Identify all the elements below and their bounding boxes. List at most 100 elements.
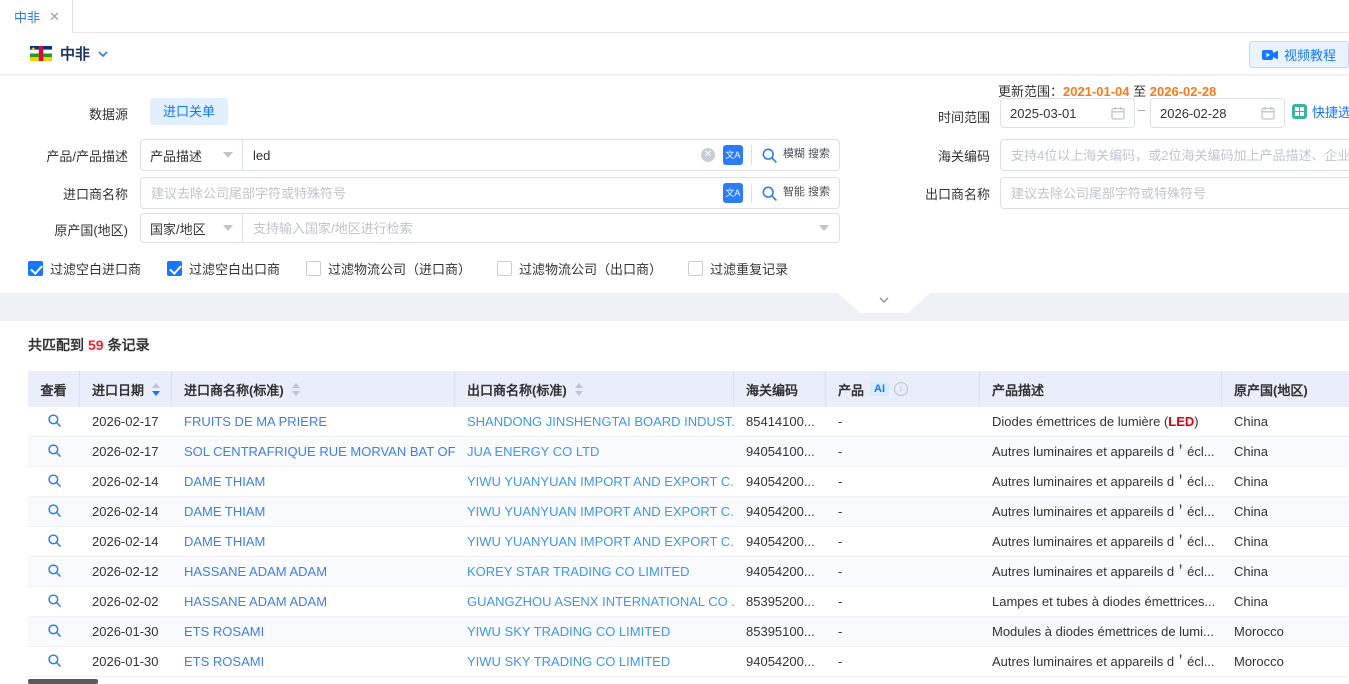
country-selector[interactable]: 中非 xyxy=(30,43,108,64)
cell-view[interactable] xyxy=(28,617,80,646)
exporter-link[interactable]: YIWU SKY TRADING CO LIMITED xyxy=(467,654,670,669)
view-record-icon[interactable] xyxy=(47,533,62,548)
checkbox-unchecked-icon[interactable] xyxy=(688,261,703,276)
hs-code-label: 海关编码 xyxy=(900,146,990,165)
smart-search-line2: 搜索 xyxy=(808,186,830,198)
origin-country-input[interactable] xyxy=(243,214,819,242)
importer-link[interactable]: DAME THIAM xyxy=(184,534,265,549)
filter-checkbox[interactable]: 过滤空白出口商 xyxy=(167,259,280,278)
quick-select-label: 快捷选 xyxy=(1312,102,1349,121)
column-header-date[interactable]: 进口日期 xyxy=(80,371,172,407)
sort-ascending-icon[interactable] xyxy=(292,383,300,388)
video-camera-icon xyxy=(1262,49,1278,61)
view-record-icon[interactable] xyxy=(47,563,62,578)
cell-view[interactable] xyxy=(28,527,80,556)
cell-view[interactable] xyxy=(28,587,80,616)
product-type-select[interactable]: 产品描述 xyxy=(141,140,243,170)
importer-link[interactable]: ETS ROSAMI xyxy=(184,654,264,669)
horizontal-scrollbar[interactable] xyxy=(28,679,1349,684)
cell-view[interactable] xyxy=(28,407,80,436)
sort-descending-icon[interactable] xyxy=(575,391,583,396)
sort-descending-icon[interactable] xyxy=(152,391,160,396)
column-header-exporter[interactable]: 出口商名称(标准) xyxy=(455,371,734,407)
checkbox-unchecked-icon[interactable] xyxy=(497,261,512,276)
cell-view[interactable] xyxy=(28,497,80,526)
sort-ascending-icon[interactable] xyxy=(152,383,160,388)
filter-checkbox[interactable]: 过滤空白进口商 xyxy=(28,259,141,278)
fuzzy-search-line2: 搜索 xyxy=(808,148,830,160)
update-range-start: 2021-01-04 xyxy=(1063,84,1130,99)
close-icon[interactable]: ✕ xyxy=(49,10,60,23)
checkbox-checked-icon[interactable] xyxy=(167,261,182,276)
exporter-link[interactable]: KOREY STAR TRADING CO LIMITED xyxy=(467,564,689,579)
view-record-icon[interactable] xyxy=(47,653,62,668)
date-start-input[interactable]: 2025-03-01 xyxy=(1000,98,1135,128)
importer-link[interactable]: FRUITS DE MA PRIERE xyxy=(184,414,327,429)
translate-icon[interactable]: 文A xyxy=(723,145,743,165)
fuzzy-search-button[interactable]: 模糊 搜索 xyxy=(752,140,839,170)
cell-hs: 94054200... xyxy=(734,557,826,586)
checkbox-label: 过滤物流公司（出口商） xyxy=(519,259,662,278)
importer-link[interactable]: HASSANE ADAM ADAM xyxy=(184,594,327,609)
origin-type-select[interactable]: 国家/地区 xyxy=(141,214,243,242)
importer-link[interactable]: SOL CENTRAFRIQUE RUE MORVAN BAT OF... xyxy=(184,444,455,459)
product-type-value: 产品描述 xyxy=(150,146,202,165)
tab-zhongfei[interactable]: 中非 ✕ xyxy=(0,0,73,33)
cell-view[interactable] xyxy=(28,437,80,466)
view-record-icon[interactable] xyxy=(47,593,62,608)
view-record-icon[interactable] xyxy=(47,413,62,428)
scrollbar-thumb[interactable] xyxy=(28,679,98,684)
importer-link[interactable]: ETS ROSAMI xyxy=(184,624,264,639)
view-record-icon[interactable] xyxy=(47,503,62,518)
view-record-icon[interactable] xyxy=(47,443,62,458)
clear-input-icon[interactable]: ✕ xyxy=(701,148,715,162)
table-row: 2026-02-14DAME THIAMYIWU YUANYUAN IMPORT… xyxy=(28,467,1349,497)
product-keyword-input[interactable] xyxy=(243,140,701,170)
results-table: 查看进口日期进口商名称(标准)出口商名称(标准)海关编码产品AIi产品描述原产国… xyxy=(28,371,1349,677)
table-row: 2026-02-14DAME THIAMYIWU YUANYUAN IMPORT… xyxy=(28,527,1349,557)
sort-control[interactable] xyxy=(152,383,160,396)
filter-checkbox[interactable]: 过滤物流公司（出口商） xyxy=(497,259,662,278)
exporter-link[interactable]: SHANDONG JINSHENGTAI BOARD INDUST... xyxy=(467,414,734,429)
chevron-down-icon xyxy=(819,225,829,231)
importer-name-input[interactable] xyxy=(141,178,723,208)
cell-view[interactable] xyxy=(28,557,80,586)
filter-checkbox[interactable]: 过滤重复记录 xyxy=(688,259,788,278)
video-tutorial-button[interactable]: 视频教程 xyxy=(1249,41,1349,68)
column-label-exporter: 出口商名称(标准) xyxy=(467,380,567,399)
table-row: 2026-02-17 FRUITS DE MA PRIERE SHANDONG JI… xyxy=(28,407,1349,437)
exporter-link[interactable]: YIWU YUANYUAN IMPORT AND EXPORT C... xyxy=(467,504,734,519)
cell-date: 2026-02-17 xyxy=(80,407,172,436)
exporter-link[interactable]: JUA ENERGY CO LTD xyxy=(467,444,599,459)
exporter-link[interactable]: YIWU YUANYUAN IMPORT AND EXPORT C... xyxy=(467,474,734,489)
update-range-end: 2026-02-28 xyxy=(1150,84,1217,99)
info-icon[interactable]: i xyxy=(894,382,908,396)
quick-select-button[interactable]: 快捷选 xyxy=(1292,102,1349,121)
importer-link[interactable]: HASSANE ADAM ADAM xyxy=(184,564,327,579)
translate-icon[interactable]: 文A xyxy=(723,183,743,203)
sort-descending-icon[interactable] xyxy=(292,391,300,396)
checkbox-unchecked-icon[interactable] xyxy=(306,261,321,276)
hs-code-input[interactable] xyxy=(1000,139,1349,171)
cell-view[interactable] xyxy=(28,647,80,676)
exporter-link[interactable]: GUANGZHOU ASENX INTERNATIONAL CO ... xyxy=(467,594,734,609)
filter-checkbox[interactable]: 过滤物流公司（进口商） xyxy=(306,259,471,278)
sort-control[interactable] xyxy=(292,383,300,396)
exporter-link[interactable]: YIWU SKY TRADING CO LIMITED xyxy=(467,624,670,639)
exporter-name-input[interactable] xyxy=(1000,177,1349,209)
sort-control[interactable] xyxy=(575,383,583,396)
cell-desc: Autres luminaires et appareils d＇écl... xyxy=(980,437,1222,466)
importer-link[interactable]: DAME THIAM xyxy=(184,474,265,489)
view-record-icon[interactable] xyxy=(47,623,62,638)
date-end-input[interactable]: 2026-02-28 xyxy=(1150,98,1285,128)
data-source-import-declarations-button[interactable]: 进口关单 xyxy=(150,98,228,125)
smart-search-button[interactable]: 智能 搜索 xyxy=(752,178,839,208)
collapse-filters-button[interactable] xyxy=(838,293,930,313)
cell-view[interactable] xyxy=(28,467,80,496)
importer-link[interactable]: DAME THIAM xyxy=(184,504,265,519)
exporter-link[interactable]: YIWU YUANYUAN IMPORT AND EXPORT C... xyxy=(467,534,734,549)
checkbox-checked-icon[interactable] xyxy=(28,261,43,276)
sort-ascending-icon[interactable] xyxy=(575,383,583,388)
column-header-importer[interactable]: 进口商名称(标准) xyxy=(172,371,455,407)
view-record-icon[interactable] xyxy=(47,473,62,488)
